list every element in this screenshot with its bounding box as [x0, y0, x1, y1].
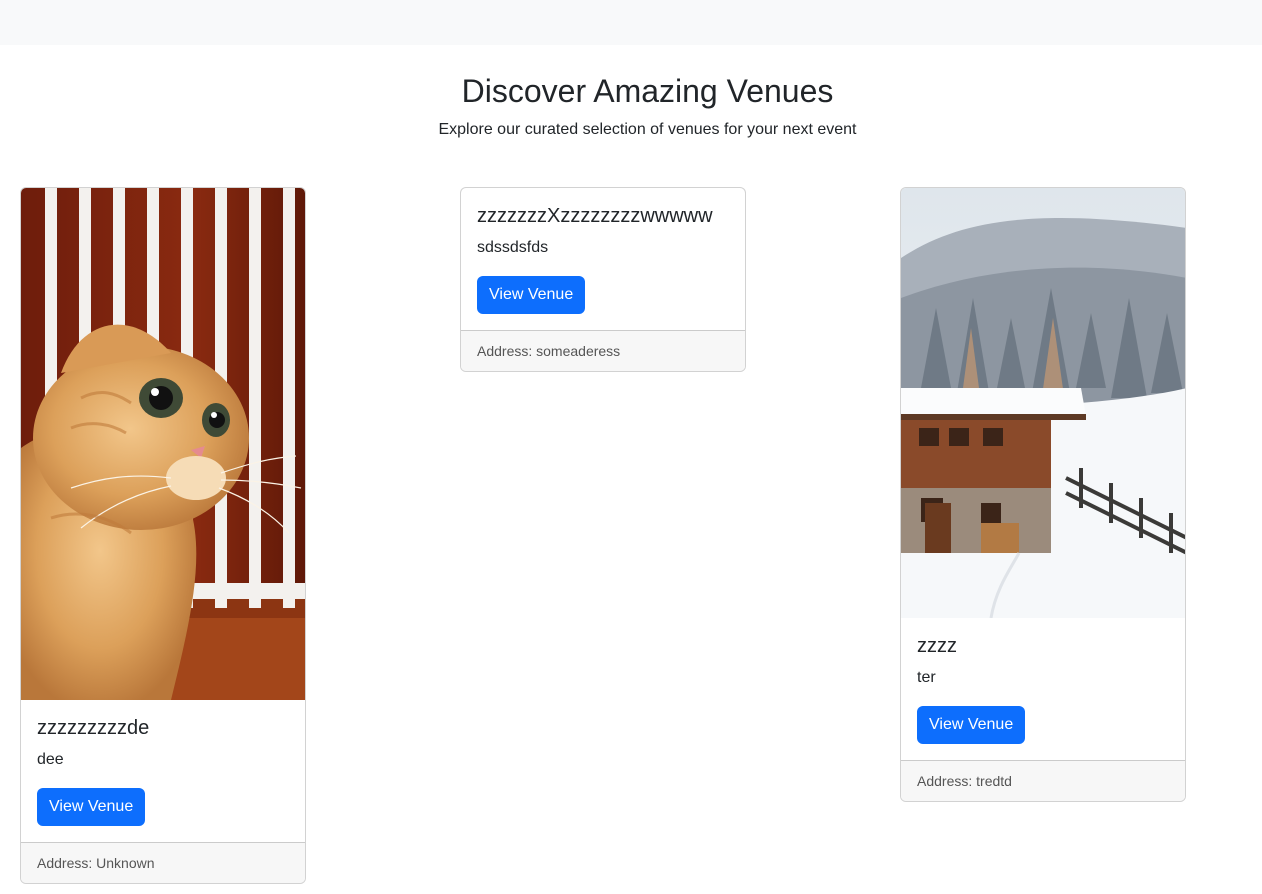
venue-name: zzzzzzzzzde	[37, 717, 150, 739]
venue-card-body: zzzzzzzXzzzzzzzzwwwww sdssdsfds View Ven…	[461, 188, 745, 330]
top-navbar	[0, 0, 1262, 45]
venue-card-body: zzzz ter View Venue	[901, 618, 1185, 760]
venue-description: sdssdsfds	[477, 239, 549, 256]
venue-card-body: zzzzzzzzzde dee View Venue	[21, 700, 305, 842]
page-header: Discover Amazing Venues Explore our cura…	[0, 70, 1262, 142]
venue-address: Address: Unknown	[21, 842, 305, 883]
venue-card: zzzz ter View Venue Address: tredtd	[900, 187, 1186, 802]
venue-card: zzzzzzzzzde dee View Venue Address: Unkn…	[20, 187, 306, 884]
venue-name: zzzz	[917, 635, 957, 657]
venue-name: zzzzzzzXzzzzzzzzwwwww	[477, 205, 713, 227]
view-venue-button[interactable]: View Venue	[37, 788, 146, 826]
page-subtitle: Explore our curated selection of venues …	[438, 121, 857, 138]
venue-address: Address: tredtd	[901, 760, 1185, 801]
view-venue-button[interactable]: View Venue	[917, 706, 1026, 744]
venue-card: zzzzzzzXzzzzzzzzwwwww sdssdsfds View Ven…	[460, 187, 746, 372]
venue-address: Address: someaderess	[461, 330, 745, 371]
view-venue-button[interactable]: View Venue	[477, 276, 586, 314]
venue-image	[901, 188, 1185, 618]
venue-image	[21, 188, 305, 700]
page-title: Discover Amazing Venues	[461, 73, 834, 109]
venue-description: dee	[37, 751, 64, 768]
venue-description: ter	[917, 669, 936, 686]
